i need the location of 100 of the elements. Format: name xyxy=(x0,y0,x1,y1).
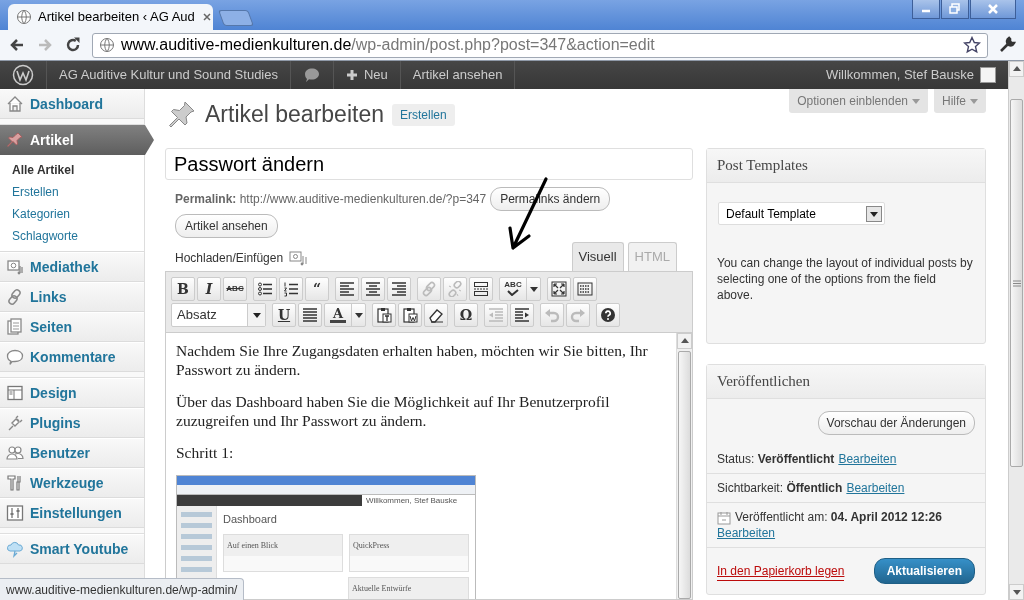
paragraph: Schritt 1: xyxy=(176,442,235,462)
special-character-button[interactable]: Ω xyxy=(454,302,478,327)
format-select[interactable]: Absatz xyxy=(171,302,266,327)
help-button[interactable] xyxy=(596,302,620,327)
screenshot-panel-title: Auf einen Blick xyxy=(224,534,342,556)
caret-icon xyxy=(970,97,978,105)
undo-icon xyxy=(544,306,560,323)
sidebar-item[interactable]: Smart Youtube xyxy=(0,534,144,564)
preview-button[interactable]: Vorschau der Änderungen xyxy=(817,411,975,435)
plus-icon xyxy=(346,69,358,81)
caret-icon xyxy=(912,97,920,105)
trash-link[interactable]: In den Papierkorb legen xyxy=(717,561,845,581)
pin-icon xyxy=(6,131,24,149)
sidebar-item[interactable]: Links xyxy=(0,282,144,312)
align-right-icon xyxy=(391,280,407,297)
greeting-text: Willkommen, Stef Bauske xyxy=(825,66,974,85)
link-icon xyxy=(421,280,437,297)
logo-icon xyxy=(12,64,34,86)
permalink-button[interactable]: Artikel ansehen xyxy=(175,214,278,238)
panel-title: Post Templates xyxy=(707,149,985,183)
bold-button[interactable]: B xyxy=(171,276,195,301)
submenu-item[interactable]: Kategorien xyxy=(12,203,144,225)
edit-link[interactable]: Bearbeiten xyxy=(838,452,897,466)
close-tab-button[interactable] xyxy=(200,11,213,23)
sidebar-item[interactable]: Artikel xyxy=(0,125,154,155)
sidebar-item[interactable]: Seiten xyxy=(0,312,144,342)
align-center-button[interactable] xyxy=(361,276,385,301)
redo-icon xyxy=(570,306,586,323)
help-icon xyxy=(600,306,616,323)
align-left-button[interactable] xyxy=(335,276,359,301)
editor-tab[interactable]: Visuell xyxy=(571,242,624,271)
page-scrollbar[interactable] xyxy=(1008,61,1024,600)
align-center-icon xyxy=(365,280,381,297)
sidebar-item[interactable]: Plugins xyxy=(0,408,144,438)
eraser-button[interactable] xyxy=(424,302,448,327)
justify-icon xyxy=(302,306,318,323)
close-icon xyxy=(200,11,213,23)
paste-word-icon xyxy=(402,306,418,323)
avatar-placeholder xyxy=(980,67,996,83)
sidebar-item[interactable]: Werkzeuge xyxy=(0,468,144,498)
update-button[interactable]: Aktualisieren xyxy=(873,558,975,584)
strikethrough-button[interactable]: ABC xyxy=(223,276,247,301)
bullet-list-button[interactable] xyxy=(253,276,277,301)
layout-icon xyxy=(6,384,24,402)
screen-tab[interactable]: Optionen einblenden xyxy=(789,89,928,113)
edit-link[interactable]: Bearbeiten xyxy=(846,481,905,495)
page-title: Artikel bearbeiten xyxy=(205,101,384,129)
edit-link[interactable]: Bearbeiten xyxy=(717,526,776,540)
text-color-button[interactable]: A xyxy=(324,302,366,327)
close-button[interactable] xyxy=(970,0,1016,19)
maximize-icon xyxy=(949,3,961,15)
title-field[interactable]: Passwort ändern xyxy=(165,148,693,180)
paste-word-button[interactable] xyxy=(398,302,422,327)
italic-button[interactable]: I xyxy=(197,276,221,301)
sliders-icon xyxy=(6,504,24,522)
reload-button[interactable] xyxy=(64,36,82,54)
minimize-button[interactable] xyxy=(912,0,940,19)
indent-button[interactable] xyxy=(510,302,534,327)
sidebar-item[interactable]: Dashboard xyxy=(0,89,144,119)
submenu-item[interactable]: Erstellen xyxy=(12,181,144,203)
outdent-icon xyxy=(488,306,504,323)
new-menu-button[interactable]: Neu xyxy=(334,61,401,89)
new-label: Neu xyxy=(364,66,388,85)
underline-button[interactable]: U xyxy=(272,302,296,327)
wrench-button[interactable] xyxy=(998,36,1016,54)
address-bar[interactable]: www.auditive-medienkulturen.de/wp-admin/post.php?post=347&action=edit xyxy=(92,32,988,58)
numbered-list-button[interactable] xyxy=(279,276,303,301)
screenshot-greeting: Willkommen, Stef Bauske xyxy=(365,494,458,506)
account-menu[interactable]: Willkommen, Stef Bauske xyxy=(813,61,1008,89)
blockquote-button[interactable]: “ xyxy=(305,276,329,301)
screenshot-panel-title: Aktuelle Entwürfe xyxy=(349,577,468,599)
page-break-button[interactable] xyxy=(469,276,493,301)
grip-icon xyxy=(1012,279,1021,287)
numbered-list-icon xyxy=(283,280,299,297)
sidebar-item[interactable]: Benutzer xyxy=(0,438,144,468)
sidebar-item[interactable]: Kommentare xyxy=(0,342,144,372)
spellcheck-button[interactable]: ABC xyxy=(499,276,541,301)
kitchen-sink-button[interactable] xyxy=(573,276,597,301)
fullscreen-button[interactable] xyxy=(547,276,571,301)
sidebar-item[interactable]: Einstellungen xyxy=(0,498,144,528)
sidebar-item[interactable]: Design xyxy=(0,378,144,408)
submenu-item[interactable]: Alle Artikel xyxy=(12,159,144,181)
view-post-link[interactable]: Artikel ansehen xyxy=(400,61,516,89)
sidebar-item[interactable]: Mediathek xyxy=(0,252,144,282)
color-swatch-icon xyxy=(330,319,346,323)
upload-label: Hochladen/Einfügen xyxy=(175,249,284,267)
maximize-button[interactable] xyxy=(941,0,969,19)
setting-text: Sichtbarkeit: Öffentlich xyxy=(717,481,843,495)
star-icon[interactable] xyxy=(963,36,981,54)
justify-button[interactable] xyxy=(298,302,322,327)
editor-scrollbar[interactable] xyxy=(676,332,692,599)
caret-icon xyxy=(528,284,539,293)
submenu-item[interactable]: Schlagworte xyxy=(12,225,144,247)
screen-tab[interactable]: Hilfe xyxy=(934,89,986,113)
add-new-button[interactable]: Erstellen xyxy=(392,104,455,126)
align-right-button[interactable] xyxy=(387,276,411,301)
browser-tab[interactable]: Artikel bearbeiten ‹ AG Aud xyxy=(8,4,213,30)
bullet-list-icon xyxy=(257,280,273,297)
template-select[interactable]: Default Template xyxy=(718,202,885,225)
paste-text-button[interactable] xyxy=(372,302,396,327)
